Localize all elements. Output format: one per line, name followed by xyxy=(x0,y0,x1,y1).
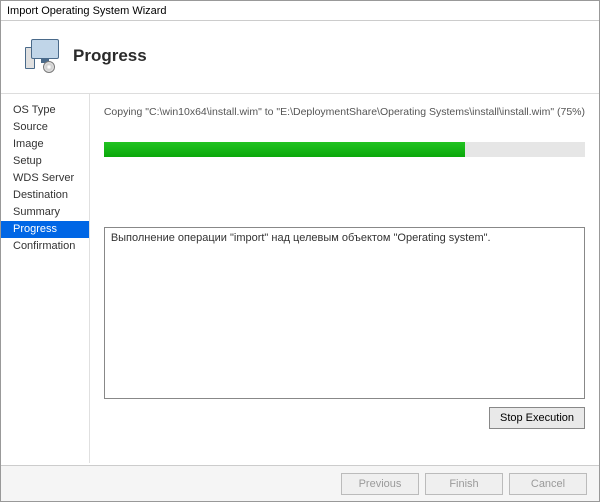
main-panel: Copying "C:\win10x64\install.wim" to "E:… xyxy=(90,94,599,463)
log-output[interactable]: Выполнение операции "import" над целевым… xyxy=(104,227,585,399)
stop-execution-button[interactable]: Stop Execution xyxy=(489,407,585,429)
progress-bar xyxy=(104,142,585,157)
finish-button[interactable]: Finish xyxy=(425,473,503,495)
sidebar-item-setup[interactable]: Setup xyxy=(1,153,89,170)
sidebar-item-progress[interactable]: Progress xyxy=(1,221,89,238)
cancel-button[interactable]: Cancel xyxy=(509,473,587,495)
wizard-steps-sidebar: OS Type Source Image Setup WDS Server De… xyxy=(1,94,90,463)
sidebar-item-ostype[interactable]: OS Type xyxy=(1,102,89,119)
page-title: Progress xyxy=(73,46,147,66)
sidebar-item-source[interactable]: Source xyxy=(1,119,89,136)
sidebar-item-confirmation[interactable]: Confirmation xyxy=(1,238,89,255)
copy-status-text: Copying "C:\win10x64\install.wim" to "E:… xyxy=(104,106,585,118)
wizard-footer: Previous Finish Cancel xyxy=(1,465,599,501)
sidebar-item-destination[interactable]: Destination xyxy=(1,187,89,204)
sidebar-item-image[interactable]: Image xyxy=(1,136,89,153)
previous-button[interactable]: Previous xyxy=(341,473,419,495)
stop-row: Stop Execution xyxy=(104,407,585,429)
computer-cd-icon xyxy=(25,39,61,73)
sidebar-item-wdsserver[interactable]: WDS Server xyxy=(1,170,89,187)
content-area: OS Type Source Image Setup WDS Server De… xyxy=(1,93,599,463)
window-title: Import Operating System Wizard xyxy=(1,1,599,21)
progress-fill xyxy=(104,142,465,157)
sidebar-item-summary[interactable]: Summary xyxy=(1,204,89,221)
wizard-header: Progress xyxy=(1,21,599,93)
